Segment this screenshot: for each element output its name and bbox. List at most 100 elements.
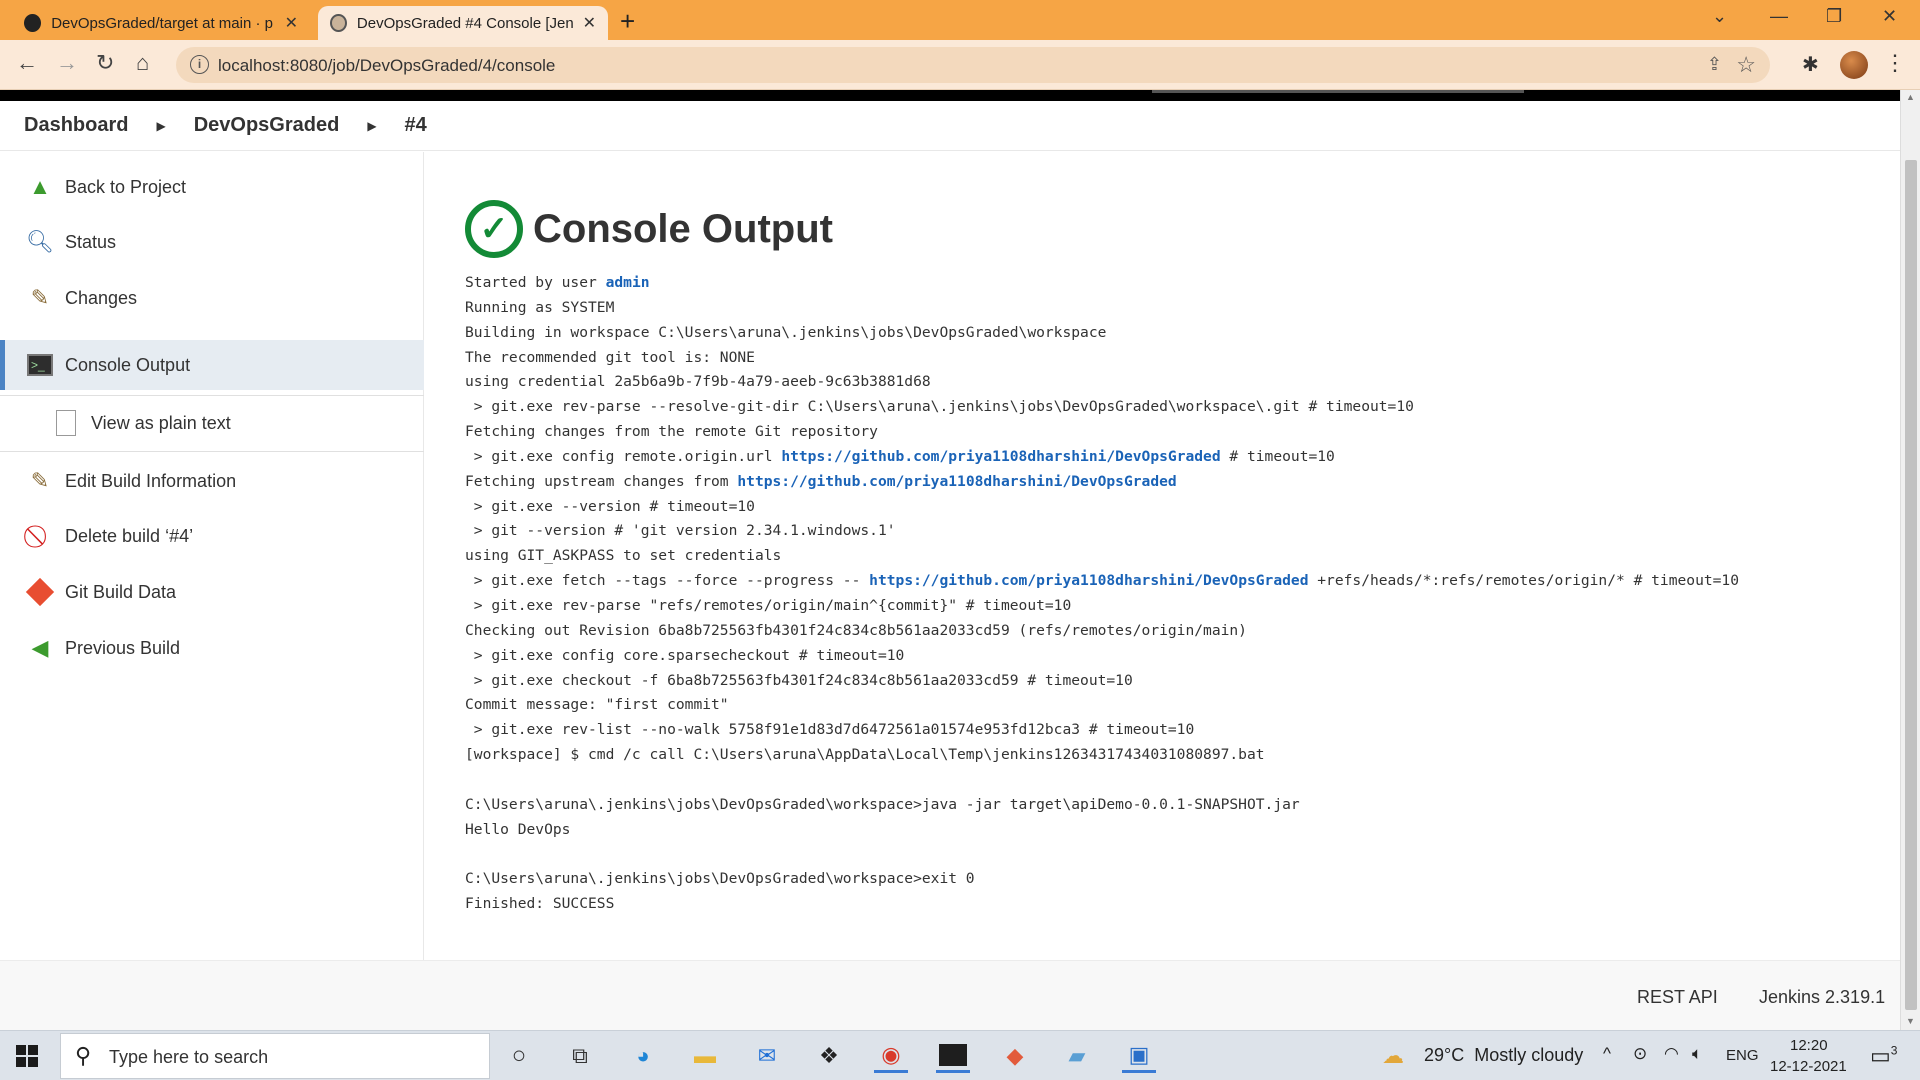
file-explorer-icon[interactable]: ▬	[688, 1039, 722, 1073]
repo-link[interactable]: https://github.com/priya1108dharshini/De…	[737, 473, 1176, 490]
console-line: Commit message: "first commit"	[465, 696, 729, 714]
windows-logo-tile	[28, 1045, 38, 1055]
repo-link[interactable]: https://github.com/priya1108dharshini/De…	[869, 572, 1308, 589]
close-icon[interactable]: ✕	[583, 13, 596, 33]
breadcrumb-build[interactable]: #4	[405, 114, 427, 137]
notepad-icon[interactable]: ▰	[1060, 1039, 1094, 1073]
edge-icon[interactable]: ◕	[626, 1039, 660, 1073]
console-line: Started by user admin	[465, 271, 1739, 296]
sidebar-item-label: Git Build Data	[65, 581, 177, 602]
restore-button[interactable]: ❐	[1826, 6, 1842, 27]
weather-cloud-icon[interactable]: ☁	[1382, 1043, 1404, 1069]
star-icon[interactable]: ☆	[1736, 52, 1756, 78]
avatar[interactable]	[1840, 51, 1868, 79]
console-text: Started by user	[465, 274, 606, 291]
sidebar-item-edit-build-information[interactable]: ✎ Edit Build Information	[0, 456, 424, 506]
browser-tab-strip: DevOpsGraded/target at main · p ✕ DevOps…	[0, 0, 1920, 40]
repo-link[interactable]: https://github.com/priya1108dharshini/De…	[781, 448, 1220, 465]
scroll-down-icon[interactable]: ▼	[1906, 1016, 1915, 1026]
reload-icon[interactable]: ↻	[96, 50, 114, 76]
console-text: # timeout=10	[1220, 447, 1335, 465]
clock-time[interactable]: 12:20	[1790, 1037, 1828, 1054]
console-output: Started by user admin Running as SYSTEM Bu…	[465, 271, 1739, 917]
sidebar-item-changes[interactable]: ✎ Changes	[0, 273, 424, 323]
share-icon[interactable]: ⇪	[1707, 54, 1722, 75]
document-icon	[52, 409, 80, 437]
chevron-up-icon[interactable]: ^	[1603, 1044, 1611, 1064]
console-line: C:\Users\aruna\.jenkins\jobs\DevOpsGrade…	[465, 870, 975, 888]
header-search-field[interactable]	[1152, 90, 1524, 93]
sidebar-item-label: Previous Build	[65, 637, 181, 658]
weather-widget[interactable]: 29°C Mostly cloudy	[1424, 1045, 1583, 1066]
scroll-up-icon[interactable]: ▲	[1906, 92, 1915, 102]
browser-toolbar: ← → ↻ ⌂ i localhost:8080/job/DevOpsGrade…	[0, 40, 1920, 90]
home-icon[interactable]: ⌂	[136, 50, 149, 76]
chrome-icon[interactable]: ◉	[874, 1039, 908, 1073]
weather-desc: Mostly cloudy	[1474, 1045, 1584, 1065]
taskbar-search-input[interactable]: ⚲ Type here to search	[60, 1033, 490, 1079]
address-bar[interactable]: i localhost:8080/job/DevOpsGraded/4/cons…	[176, 47, 1770, 83]
tab-title: DevOpsGraded #4 Console [Jenk	[356, 14, 573, 32]
sidebar-item-label: Console Output	[65, 354, 191, 375]
git-icon[interactable]: ◆	[998, 1039, 1032, 1073]
rest-api-link[interactable]: REST API	[1637, 987, 1718, 1008]
extensions-icon[interactable]: ✱	[1802, 52, 1819, 77]
jenkins-icon	[330, 14, 347, 32]
mail-icon[interactable]: ✉	[750, 1039, 784, 1073]
breadcrumb-dashboard[interactable]: Dashboard	[24, 114, 128, 137]
chevron-right-icon[interactable]: ▶	[156, 119, 165, 133]
console-text: +refs/heads/*:refs/remotes/origin/* # ti…	[1308, 572, 1740, 590]
console-line: > git.exe --version # timeout=10	[465, 497, 755, 515]
windows-start-button[interactable]	[16, 1045, 38, 1067]
sidebar-item-console-output[interactable]: >_ Console Output	[0, 340, 424, 390]
info-icon[interactable]: i	[190, 55, 209, 74]
wifi-icon[interactable]: ◠	[1664, 1044, 1679, 1064]
sidebar-item-view-plain-text[interactable]: View as plain text	[0, 398, 424, 448]
vertical-scrollbar[interactable]: ▲ ▼	[1900, 90, 1920, 1030]
sidebar-item-previous-build[interactable]: ◀ Previous Build	[0, 623, 424, 673]
back-arrow-icon[interactable]: ←	[16, 50, 38, 76]
tab-jenkins-console[interactable]: DevOpsGraded #4 Console [Jenk ✕	[318, 6, 608, 40]
sidebar-item-git-build-data[interactable]: Git Build Data	[0, 567, 424, 617]
network-adapter-icon[interactable]: ⊙	[1633, 1044, 1647, 1064]
cortana-icon[interactable]: ○	[502, 1039, 536, 1073]
jenkins-version-link[interactable]: Jenkins 2.319.1	[1759, 987, 1885, 1008]
clock-date[interactable]: 12-12-2021	[1770, 1058, 1847, 1075]
console-line: using GIT_ASKPASS to set credentials	[465, 547, 782, 565]
volume-icon[interactable]: 🔈︎	[1692, 1044, 1702, 1064]
notification-icon[interactable]: ▭3	[1870, 1043, 1897, 1069]
console-line: The recommended git tool is: NONE	[465, 348, 755, 366]
chevron-right-icon[interactable]: ▶	[367, 119, 376, 133]
sidebar-item-back-to-project[interactable]: ▲ Back to Project	[0, 162, 424, 212]
more-menu-icon[interactable]: ⋮	[1884, 50, 1906, 76]
no-entry-icon: ⃠	[26, 522, 54, 550]
scroll-thumb[interactable]	[1905, 160, 1917, 1010]
terminal-icon: >_	[26, 351, 54, 379]
task-view-icon[interactable]: ⧉	[563, 1039, 597, 1073]
windows-logo-tile	[28, 1057, 38, 1067]
chevron-down-icon[interactable]: ⌄	[1712, 6, 1727, 27]
url-text[interactable]: localhost:8080/job/DevOpsGraded/4/consol…	[218, 56, 555, 76]
forward-arrow-icon[interactable]: →	[56, 50, 78, 76]
user-link[interactable]: admin	[606, 274, 650, 291]
language-indicator[interactable]: ENG	[1726, 1047, 1759, 1064]
sidebar-item-status[interactable]: 🔍︎ Status	[0, 217, 424, 267]
sidebar-item-label: View as plain text	[91, 412, 231, 433]
photos-icon[interactable]: ▣	[1122, 1039, 1156, 1073]
breadcrumb-project[interactable]: DevOpsGraded	[194, 114, 340, 137]
close-icon[interactable]: ✕	[285, 13, 298, 33]
github-icon	[24, 14, 42, 32]
page-title: ✓ Console Output	[465, 200, 833, 258]
console-line: [workspace] $ cmd /c call C:\Users\aruna…	[465, 746, 1265, 764]
terminal-icon[interactable]	[936, 1039, 970, 1073]
console-line: > git.exe rev-parse "refs/remotes/origin…	[465, 596, 1072, 614]
sidebar-item-delete-build[interactable]: ⃠ Delete build ‘#4’	[0, 511, 424, 561]
tab-github[interactable]: DevOpsGraded/target at main · p ✕	[12, 6, 310, 40]
notification-count: 3	[1890, 1043, 1898, 1058]
console-line: using credential 2a5b6a9b-7f9b-4a79-aeeb…	[465, 373, 931, 391]
close-window-button[interactable]: ✕	[1882, 6, 1897, 27]
console-line: Fetching changes from the remote Git rep…	[465, 423, 878, 441]
dropbox-icon[interactable]: ❖	[812, 1039, 846, 1073]
minimize-button[interactable]: —	[1770, 6, 1788, 27]
new-tab-button[interactable]: +	[620, 6, 635, 37]
